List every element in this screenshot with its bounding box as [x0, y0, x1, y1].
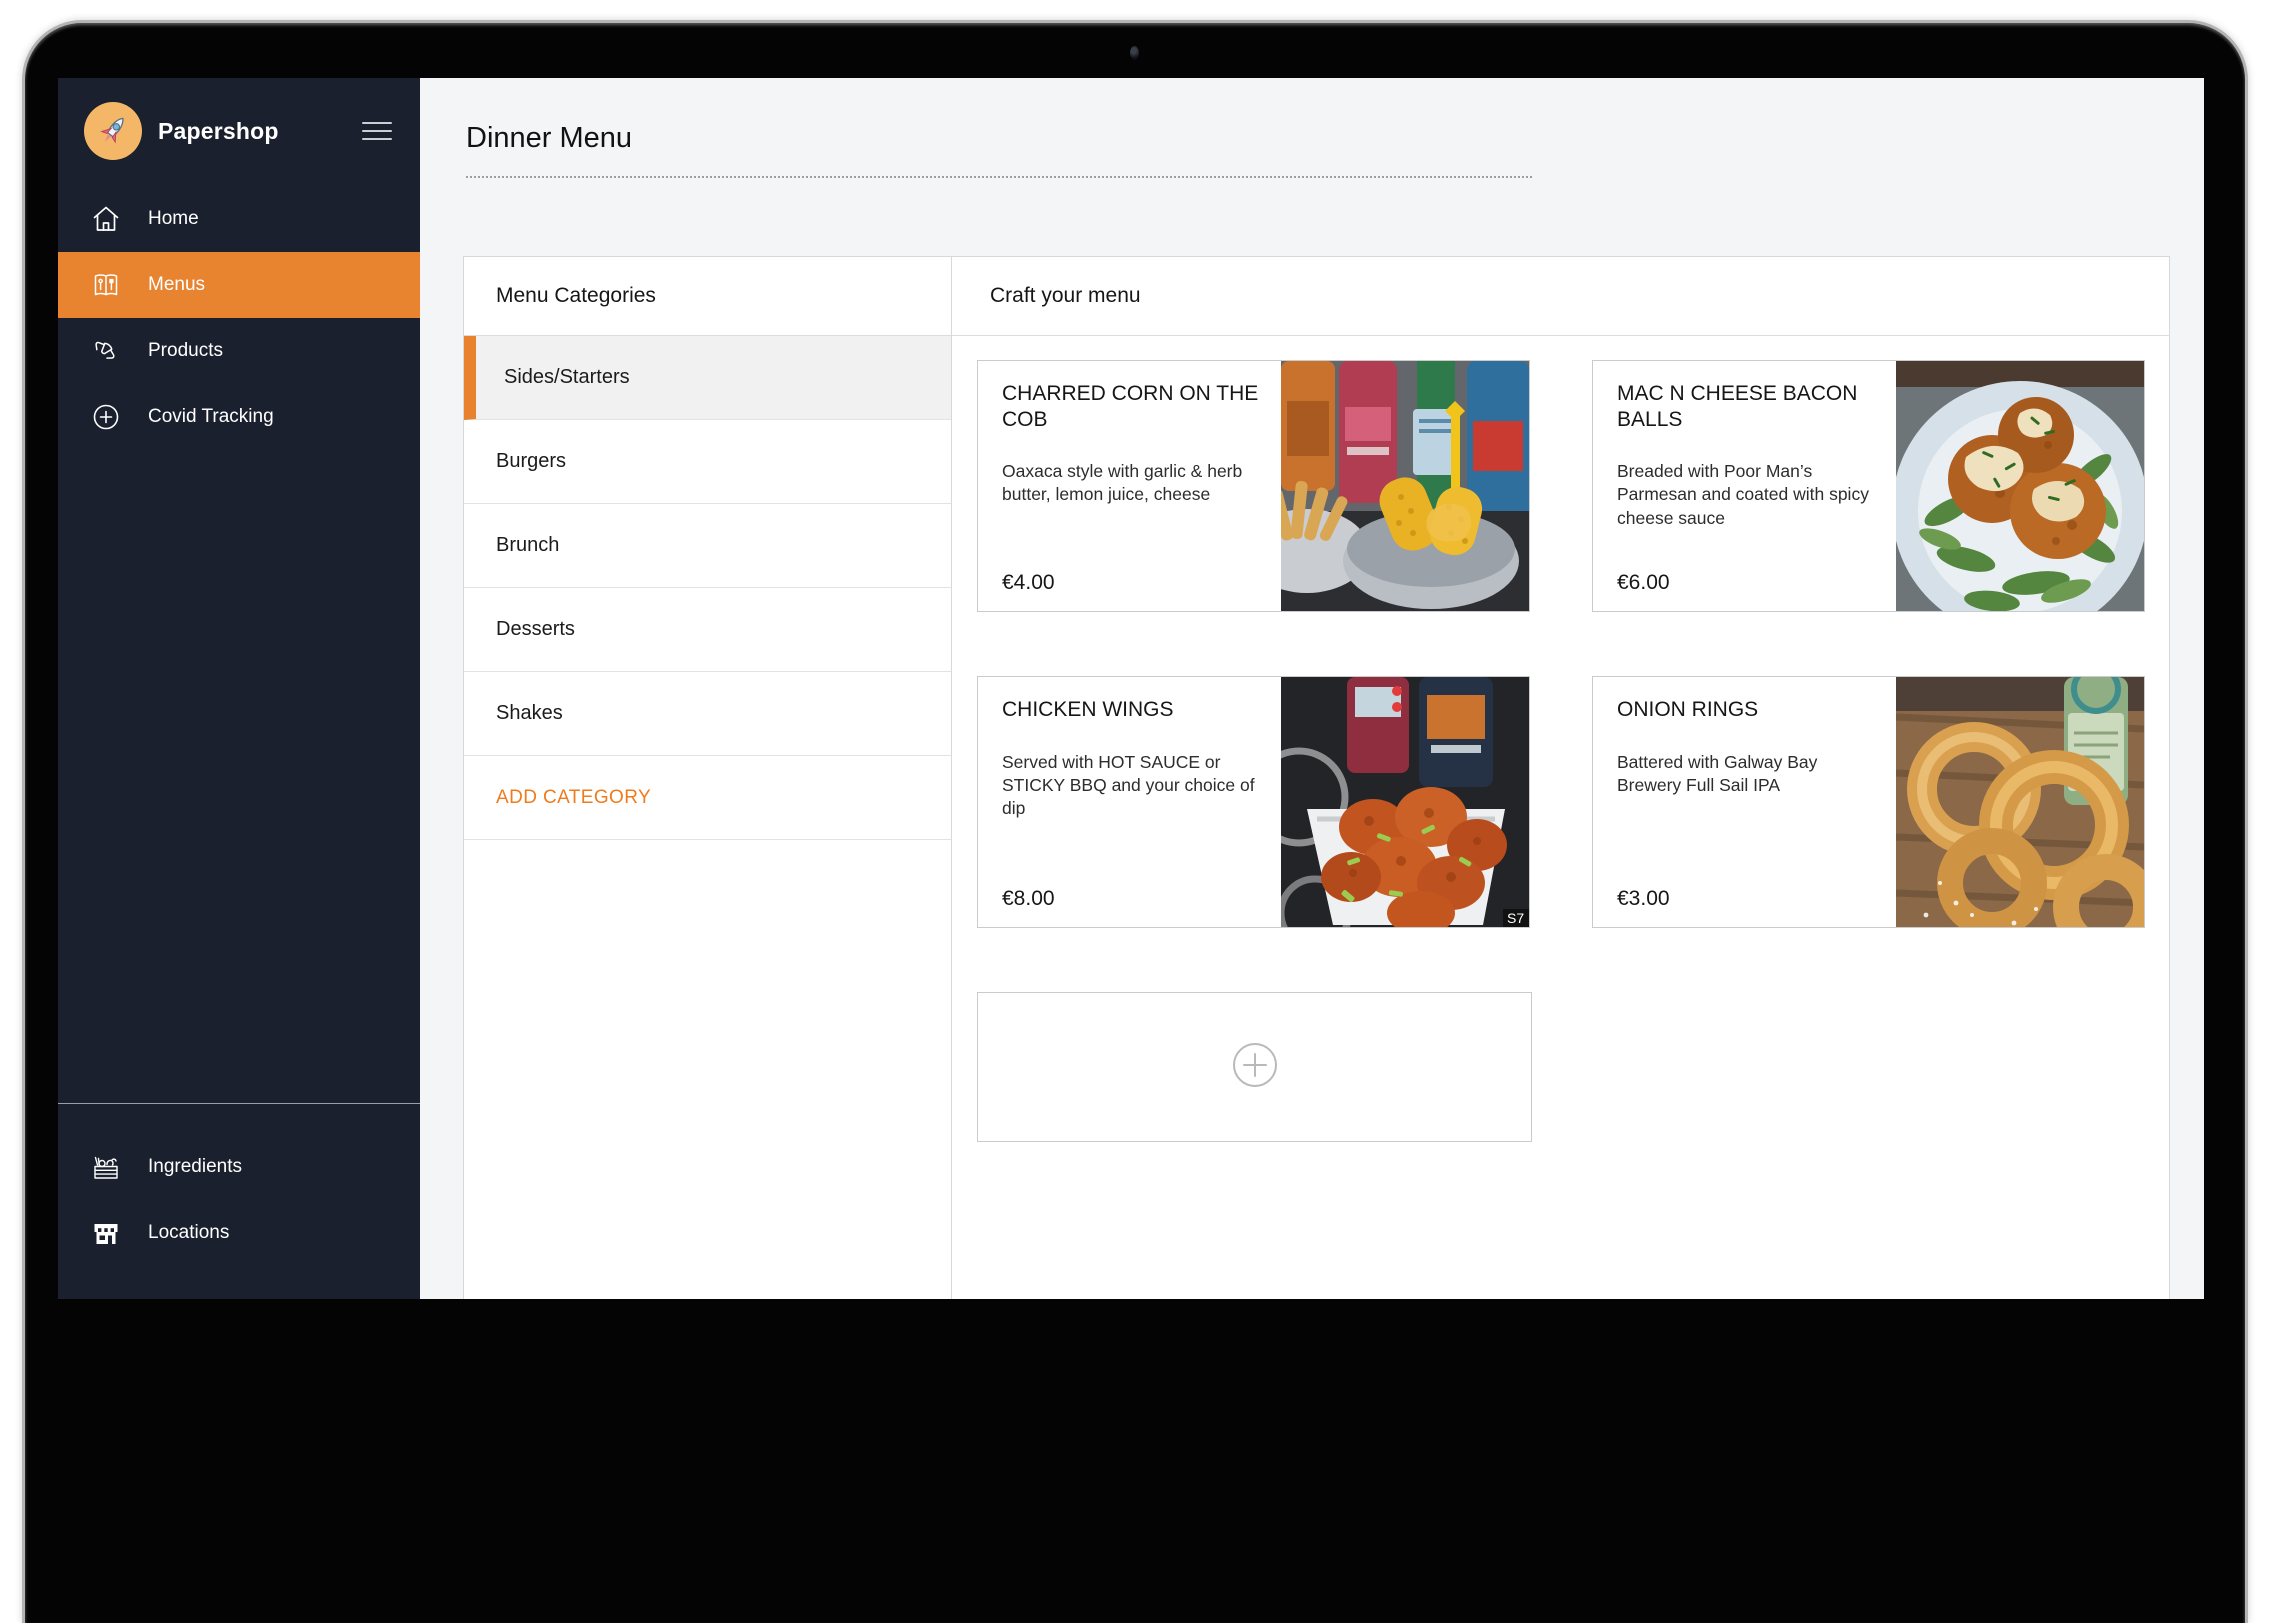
device-camera — [1130, 46, 1139, 60]
sidebar-item-home[interactable]: Home — [58, 186, 420, 252]
menu-item-card-charred-corn[interactable]: CHARRED CORN ON THE COB Oaxaca style wit… — [977, 360, 1530, 612]
add-menu-item-button[interactable] — [977, 992, 1532, 1142]
sidebar-item-label: Home — [148, 208, 199, 230]
menu-categories-panel: Menu Categories Sides/Starters Burgers B… — [464, 257, 952, 1299]
craft-menu-panel: Craft your menu CHARRED CORN ON THE COB … — [952, 257, 2170, 1299]
svg-text:S7: S7 — [1507, 910, 1524, 926]
sidebar-item-label: Menus — [148, 274, 205, 296]
menu-item-name: CHICKEN WINGS — [1002, 697, 1269, 723]
menu-item-card-mac-n-cheese[interactable]: MAC N CHEESE BACON BALLS Breaded with Po… — [1592, 360, 2145, 612]
menu-item-name: MAC N CHEESE BACON BALLS — [1617, 381, 1884, 432]
croissant-icon — [90, 335, 122, 367]
menu-item-card-chicken-wings[interactable]: CHICKEN WINGS Served with HOT SAUCE or S… — [977, 676, 1530, 928]
menu-item-description: Oaxaca style with garlic & herb butter, … — [1002, 460, 1269, 507]
menu-item-name: CHARRED CORN ON THE COB — [1002, 381, 1269, 432]
menu-book-icon — [90, 269, 122, 301]
rocket-icon — [84, 102, 142, 160]
hamburger-icon[interactable] — [362, 112, 392, 150]
menu-item-price: €8.00 — [1002, 887, 1269, 911]
sidebar-item-menus[interactable]: Menus — [58, 252, 420, 318]
plus-circle-icon — [90, 401, 122, 433]
page-title: Dinner Menu — [466, 122, 632, 155]
craft-menu-header: Craft your menu — [952, 257, 2170, 336]
sidebar-header: Papershop — [58, 78, 420, 160]
app-title: Papershop — [158, 118, 362, 145]
plus-circle-icon — [1231, 1041, 1279, 1094]
category-item-burgers[interactable]: Burgers — [464, 420, 951, 504]
chicken-wings-photo: S7 — [1281, 677, 1529, 927]
main-content: Dinner Menu Menu Categories Sides/Starte… — [420, 78, 2204, 1299]
storefront-icon — [90, 1217, 122, 1249]
sidebar-item-label: Products — [148, 340, 223, 362]
sidebar-item-covid-tracking[interactable]: Covid Tracking — [58, 384, 420, 450]
category-item-desserts[interactable]: Desserts — [464, 588, 951, 672]
menu-item-price: €3.00 — [1617, 887, 1884, 911]
sidebar-item-label: Ingredients — [148, 1156, 242, 1178]
menu-item-price: €6.00 — [1617, 571, 1884, 595]
sidebar-footer: Ingredients Locatio — [58, 1103, 420, 1266]
mac-n-cheese-balls-photo — [1896, 361, 2144, 611]
category-item-sides-starters[interactable]: Sides/Starters — [464, 336, 951, 420]
sidebar-item-label: Covid Tracking — [148, 406, 274, 428]
onion-rings-photo — [1896, 677, 2144, 927]
sidebar-item-products[interactable]: Products — [58, 318, 420, 384]
sidebar-divider — [58, 1103, 420, 1104]
sidebar-nav: Home Menus — [58, 186, 420, 450]
menu-item-name: ONION RINGS — [1617, 697, 1884, 723]
menu-item-description: Battered with Galway Bay Brewery Full Sa… — [1617, 751, 1884, 798]
vegetable-crate-icon — [90, 1151, 122, 1183]
menu-item-description: Breaded with Poor Man’s Parmesan and coa… — [1617, 460, 1884, 530]
sidebar: Papershop Home — [58, 78, 420, 1299]
menu-item-card-onion-rings[interactable]: ONION RINGS Battered with Galway Bay Bre… — [1592, 676, 2145, 928]
category-item-shakes[interactable]: Shakes — [464, 672, 951, 756]
app-screen: Papershop Home — [58, 78, 2204, 1299]
home-icon — [90, 203, 122, 235]
categories-header: Menu Categories — [464, 257, 951, 336]
menu-item-description: Served with HOT SAUCE or STICKY BBQ and … — [1002, 751, 1269, 821]
sidebar-item-ingredients[interactable]: Ingredients — [58, 1134, 420, 1200]
charred-corn-photo — [1281, 361, 1529, 611]
sidebar-item-locations[interactable]: Locations — [58, 1200, 420, 1266]
sidebar-item-label: Locations — [148, 1222, 229, 1244]
category-item-brunch[interactable]: Brunch — [464, 504, 951, 588]
add-category-button[interactable]: ADD CATEGORY — [464, 756, 951, 840]
title-divider — [466, 176, 1532, 178]
menu-items-grid: CHARRED CORN ON THE COB Oaxaca style wit… — [952, 336, 2170, 1182]
menu-item-price: €4.00 — [1002, 571, 1269, 595]
menu-builder-panel: Menu Categories Sides/Starters Burgers B… — [463, 256, 2170, 1299]
